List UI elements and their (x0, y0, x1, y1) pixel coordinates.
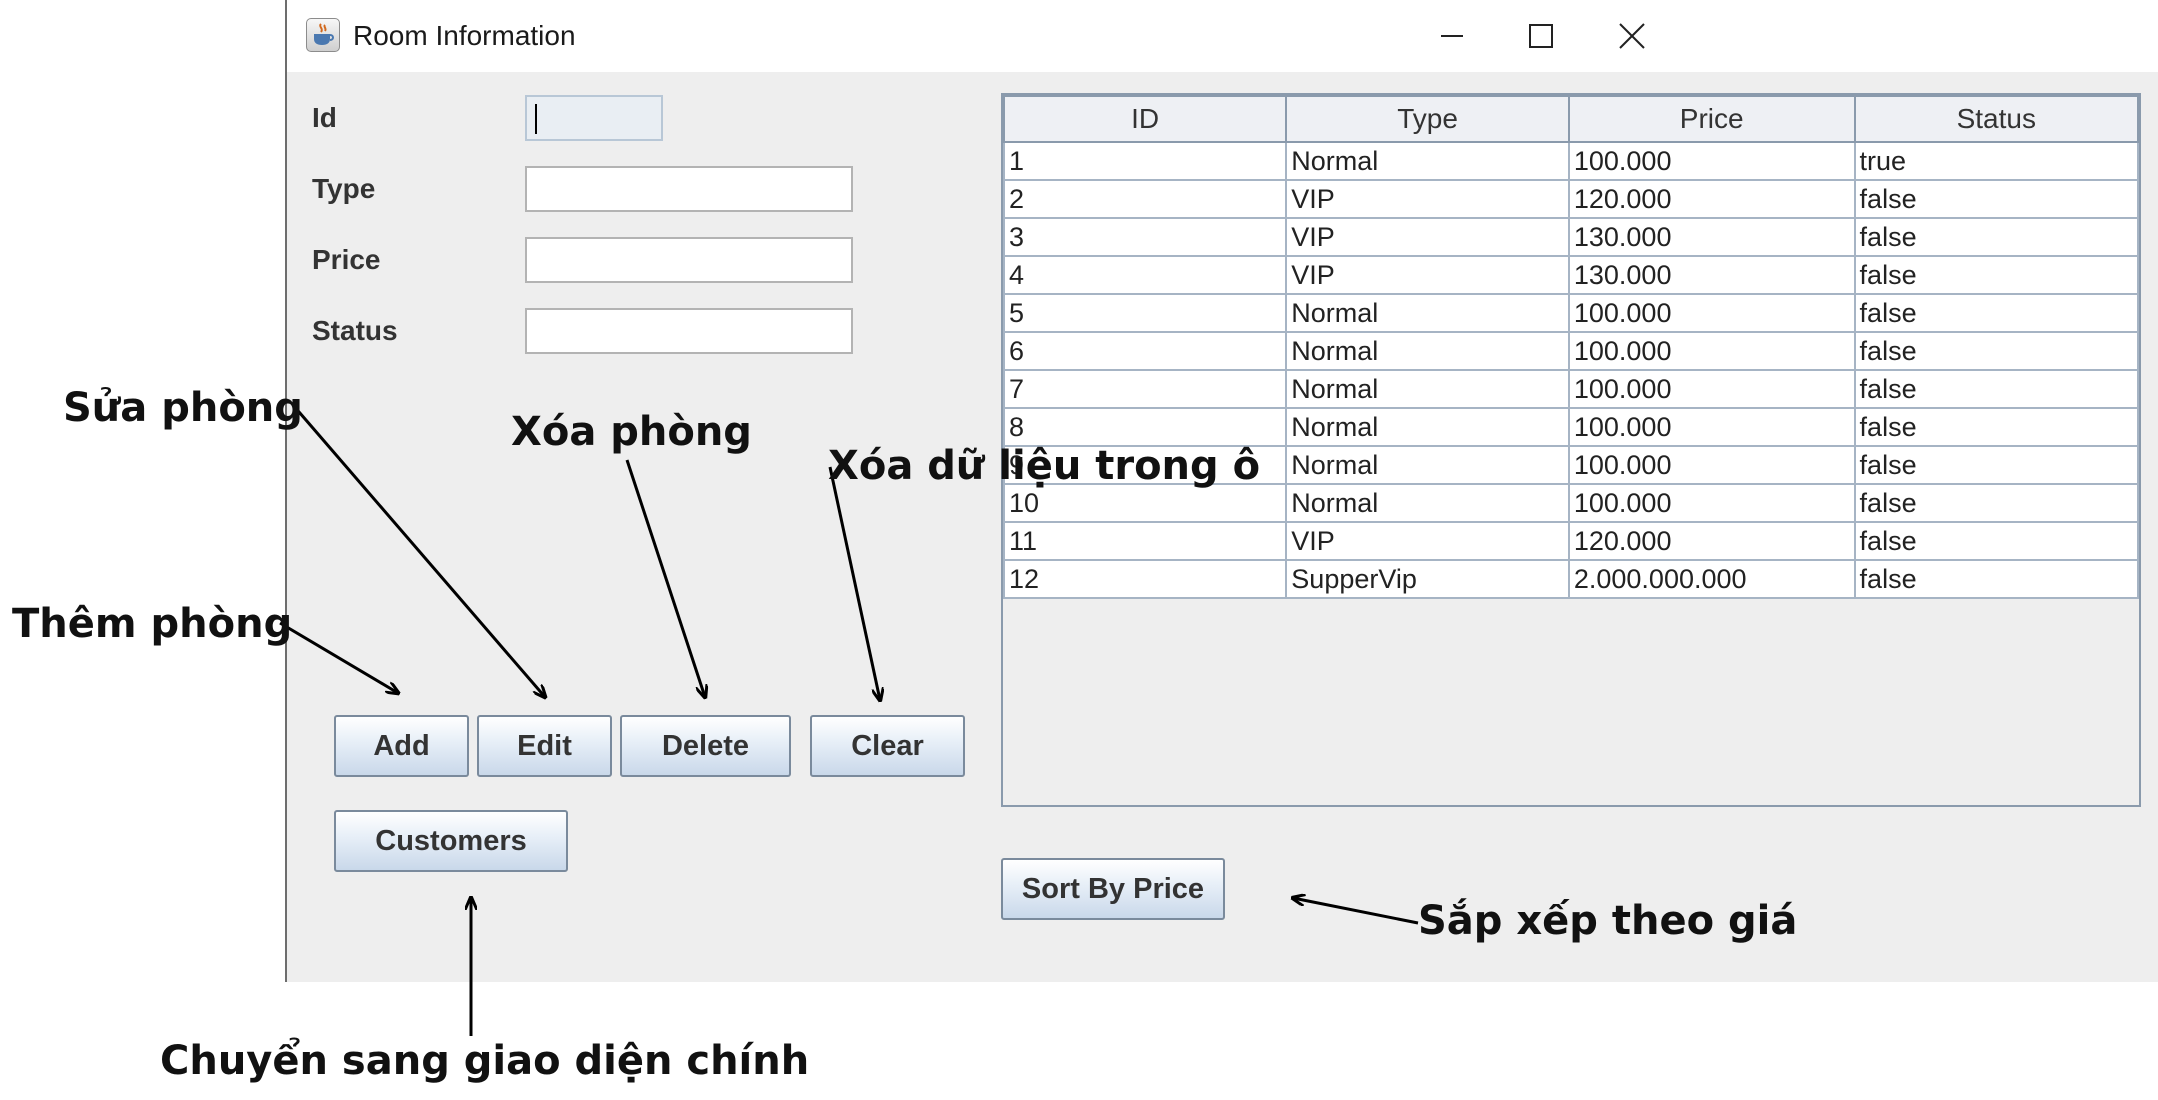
annotation-chuyen-sang: Chuyển sang giao diện chính (160, 1038, 810, 1084)
arrow-sap-xep (1293, 898, 1419, 925)
annotation-sua-phong: Sửa phòng (63, 385, 303, 431)
annotation-xoa-phong: Xóa phòng (511, 409, 752, 455)
arrow-xoa-phong (625, 459, 705, 697)
arrow-them-phong (279, 621, 398, 693)
annotation-them-phong: Thêm phòng (12, 601, 293, 647)
annotation-arrows (279, 404, 1419, 1036)
annotation-sap-xep: Sắp xếp theo giá (1418, 898, 1798, 944)
annotation-xoa-du-lieu: Xóa dữ liệu trong ô (828, 443, 1261, 489)
arrow-xoa-du-lieu (828, 466, 880, 700)
